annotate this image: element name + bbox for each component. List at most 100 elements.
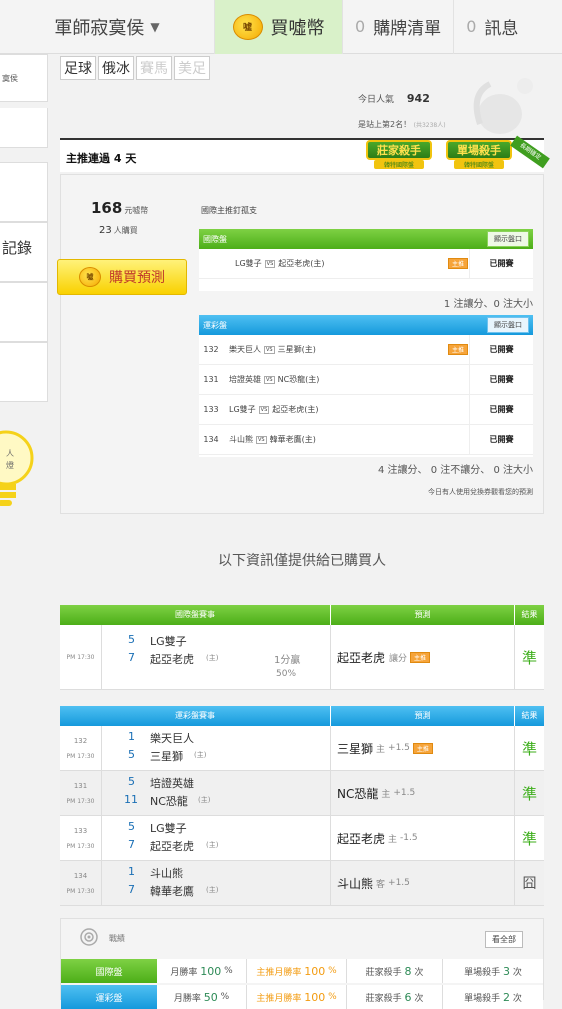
pick-team: NC恐龍 [337,786,379,801]
team-2: 起亞老虎 [150,840,194,853]
single-count: 單場殺手 3 次 [443,959,543,983]
pick-team: 起亞老虎 [337,650,386,665]
pick-side: 客 [376,879,386,890]
banker-killer-badge: 莊家殺手 韓特國際盤 [366,140,432,172]
away-team: 培證英雄 [229,375,261,384]
hot-badge-icon: 主推 [448,344,469,355]
pick-team: 斗山熊 [337,876,374,891]
game-no: 134 [203,435,219,444]
record-title: 戰績 [109,934,125,943]
game-no: 131 [73,781,88,790]
banker-count: 莊家殺手 8 次 [347,959,443,983]
lightbulb-icon[interactable]: 人 燈 [0,426,40,506]
tab-american-football[interactable]: 美足 [174,56,210,80]
sport-tabs: 足球 俄冰 賽馬 美足 [60,56,210,80]
game-status: 已開賽 [469,424,533,455]
price-unit: 元噓幣 [124,206,149,215]
main-content: 足球 俄冰 賽馬 美足 今日人氣 942 是站上第2名！ (共3238人) 主推… [57,54,550,1009]
monthly-rate: 月勝率 100 % [157,959,247,983]
team-2: 韓華老鷹 [150,885,194,898]
hot-badge-icon: 主推 [448,258,469,269]
tab-horse-racing[interactable]: 賽馬 [136,56,172,80]
info-notice: 以下資訊僅提供給已購買人 [218,553,386,569]
tab-football[interactable]: 足球 [60,56,96,80]
username: 軍師寂寞侯 [54,17,145,39]
tab-ice-hockey[interactable]: 俄冰 [98,56,134,80]
main-pct: % [328,992,337,1002]
lottery-pick-box: 運彩盤 顯示盤口 132 樂天巨人 VS 三星獅(主) 主推 已開賽 131 培… [199,315,533,457]
lottery-show-odds-button[interactable]: 顯示盤口 [487,317,529,333]
score-1: 5 [128,820,135,833]
buy-prediction-button[interactable]: 噓 購買預測 [57,259,187,295]
intl-show-odds-button[interactable]: 顯示盤口 [487,231,529,247]
monthly-pct: % [220,992,230,1002]
home-team: 起亞老虎(主) [272,405,319,414]
result: 準 [514,726,544,770]
pick-line: +1.5 [388,743,410,753]
score-2: 7 [128,883,135,896]
pick-title: 國際主推釘孤支 [201,206,257,215]
messages-button[interactable]: 0 訊息 [454,0,530,54]
banker-count: 莊家殺手 6 次 [347,985,443,1009]
game-no: 133 [73,826,88,835]
coin-icon: 噓 [232,13,263,40]
intl-pick-box: 國際盤 顯示盤口 LG雙子 VS 起亞老虎(主) 主推 已開賽 [199,229,533,291]
price: 168 元噓幣 [91,199,148,217]
game-time: PM 17:30 [66,653,95,661]
single-killer-sub: 韓特國際盤 [454,160,504,169]
hot-badge-icon: 主推 [410,651,431,663]
away-team: LG雙子 [235,259,262,268]
single-unit: 次 [512,993,522,1004]
away-team: LG雙子 [229,405,256,414]
odds-percent: 50% [276,669,297,679]
sidebar-user-box[interactable]: 寞侯 [0,54,48,102]
chevron-down-icon: ▼ [150,19,160,34]
home-mark: (主) [206,886,219,894]
sidebar-item-blank-1[interactable] [0,282,48,342]
vs-icon: VS [264,375,275,384]
game-time: PM 17:30 [66,887,95,895]
sidebar-record-label: 記錄 [2,239,33,257]
user-menu[interactable]: 軍師寂寞侯 ▼ [0,0,215,54]
single-value: 2 [503,990,510,1004]
score-2: 5 [128,748,135,761]
table-row: 132 PM 17:30 1 樂天巨人 5 三星獅 (主) 三星獅 主 +1.5… [60,726,544,771]
buy-coins-button[interactable]: 噓 買噓幣 [215,0,343,54]
table-row: 134 PM 17:30 1 斗山熊 7 韓華老鷹 (主) 斗山熊 客 +1.5… [60,861,544,906]
lottery-pick-row: 131 培證英雄 VS NC恐龍(主) 已開賽 [199,364,533,395]
bulb-text-2: 燈 [6,461,14,470]
home-mark: (主) [194,751,207,759]
monthly-label: 月勝率 [170,967,198,978]
view-all-button[interactable]: 看全部 [485,931,523,948]
messages-label: 訊息 [484,19,519,39]
main-pct: % [328,966,337,976]
banker-label: 莊家殺手 [365,967,402,978]
vs-icon: VS [256,435,267,444]
score-2: 7 [128,838,135,851]
home-team: 三星獅(主) [277,345,316,354]
game-time: PM 17:30 [66,797,95,805]
game-time: PM 17:30 [66,842,95,850]
result: 囧 [514,861,544,905]
rank-label: 是站上第2名！ [358,120,412,129]
single-label: 單場殺手 [464,967,501,978]
buyers-count: 23 人購買 [99,225,138,236]
banker-unit: 次 [414,993,424,1004]
team-1: 培證英雄 [150,777,194,790]
game-no: 132 [203,345,219,354]
sidebar-item-blank-2[interactable] [0,342,48,402]
sidebar-item-record[interactable]: 記錄 [0,222,48,282]
cart-button[interactable]: 0 購牌清單 [343,0,455,54]
game-status: 已開賽 [469,394,533,425]
banker-label: 莊家殺手 [365,993,402,1004]
lottery-pick-row: 132 樂天巨人 VS 三星獅(主) 主推 已開賽 [199,334,533,365]
popularity-label: 今日人氣 [358,95,395,105]
score-1: 5 [128,775,135,788]
pick-side: 主 [381,789,391,800]
single-killer-badge: 單場殺手 韓特國際盤 [446,140,512,172]
single-killer-title: 單場殺手 [446,140,512,160]
lottery-game-header: 運彩盤賽事 [60,706,330,726]
game-status: 已開賽 [469,364,533,395]
game-no: 131 [203,375,219,384]
lottery-pick-header-label: 運彩盤 [203,320,227,330]
